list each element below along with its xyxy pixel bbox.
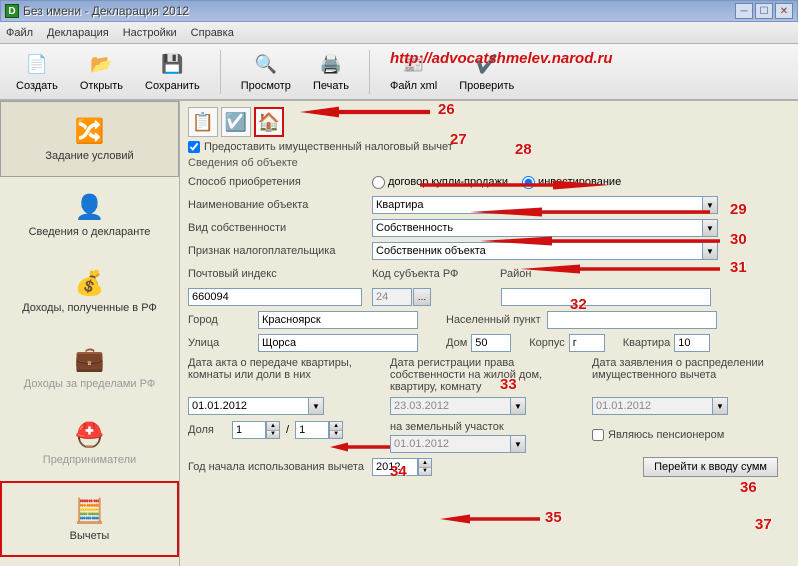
label-apartment: Квартира — [623, 337, 671, 349]
sidebar-item-conditions[interactable]: 🔀 Задание условий — [0, 101, 179, 177]
label-object-name: Наименование объекта — [188, 199, 372, 211]
share-num-spinner[interactable]: ▲▼ — [266, 421, 280, 439]
label-region-code: Код субъекта РФ — [372, 268, 500, 280]
field-share-den[interactable] — [295, 421, 329, 439]
anno-37: 37 — [755, 516, 772, 533]
printer-icon: 🖨️ — [318, 52, 344, 78]
window-title: Без имени - Декларация 2012 — [23, 4, 189, 18]
share-den-spinner[interactable]: ▲▼ — [329, 421, 343, 439]
go-to-sums-button[interactable]: Перейти к вводу сумм — [643, 457, 778, 477]
dropdown-icon[interactable]: ▼ — [702, 219, 718, 237]
menu-file[interactable]: Файл — [6, 27, 33, 39]
anno-35: 35 — [545, 509, 562, 526]
dropdown-icon[interactable]: ▼ — [702, 196, 718, 214]
toolbar-create[interactable]: 📄Создать — [10, 50, 64, 94]
label-house: Дом — [446, 337, 467, 349]
label-date-claim: Дата заявления о распределении имуществе… — [592, 357, 774, 381]
toolbar-preview[interactable]: 🔍Просмотр — [235, 50, 297, 94]
menu-bar: Файл Декларация Настройки Справка — [0, 22, 798, 44]
moneybag-icon: 💼 — [72, 344, 108, 374]
flowchart-icon: 🔀 — [72, 116, 108, 146]
label-date-act: Дата акта о передаче квартиры, комнаты и… — [188, 357, 370, 381]
label-raion: Район — [500, 268, 531, 280]
calendar-dropdown-icon[interactable]: ▼ — [712, 397, 728, 415]
anno-36: 36 — [740, 479, 757, 496]
calendar-dropdown-icon[interactable]: ▼ — [308, 397, 324, 415]
field-street[interactable] — [258, 334, 418, 352]
menu-declaration[interactable]: Декларация — [47, 27, 109, 39]
field-share-num[interactable] — [232, 421, 266, 439]
field-raion[interactable] — [501, 288, 711, 306]
field-taxpayer-sign[interactable] — [372, 242, 702, 260]
sidebar-item-deductions[interactable]: 🧮 Вычеты — [0, 481, 179, 557]
sidebar-item-income-rf[interactable]: 💰 Доходы, полученные в РФ — [0, 253, 179, 329]
person-icon: 👤 — [72, 192, 108, 222]
maximize-button[interactable]: ☐ — [755, 3, 773, 19]
close-button[interactable]: ✕ — [775, 3, 793, 19]
label-land: на земельный участок — [390, 421, 572, 433]
sidebar-item-income-foreign[interactable]: 💼 Доходы за пределами РФ — [0, 329, 179, 405]
coins-icon: 💰 — [72, 268, 108, 298]
menu-settings[interactable]: Настройки — [123, 27, 177, 39]
label-korpus: Корпус — [529, 337, 564, 349]
watermark-url: http://advocatshmelev.narod.ru — [390, 50, 613, 67]
field-date-reg — [390, 397, 510, 415]
region-browse-button[interactable]: … — [413, 288, 431, 306]
subtab-check-icon[interactable]: ☑️ — [221, 107, 251, 137]
field-object-name[interactable] — [372, 196, 702, 214]
toolbar-print[interactable]: 🖨️Печать — [307, 50, 355, 94]
label-street: Улица — [188, 337, 258, 349]
sidebar-item-declarant[interactable]: 👤 Сведения о декларанте — [0, 177, 179, 253]
toolbar: 📄Создать 📂Открыть 💾Сохранить 🔍Просмотр 🖨… — [0, 44, 798, 100]
year-spinner[interactable]: ▲▼ — [418, 458, 432, 476]
toolbar-open[interactable]: 📂Открыть — [74, 50, 129, 94]
pensioner-checkbox[interactable]: Являюсь пенсионером — [592, 429, 774, 441]
radio-purchase-contract[interactable]: договор купли-продажи — [372, 176, 508, 189]
radio-investment[interactable]: инвестирование — [522, 176, 621, 189]
label-year-use: Год начала использования вычета — [188, 461, 372, 473]
calculator-icon: 🧮 — [72, 496, 108, 526]
subtab-house-icon[interactable]: 🏠 — [254, 107, 284, 137]
label-date-reg: Дата регистрации права собственности на … — [390, 357, 572, 393]
field-settlement[interactable] — [547, 311, 717, 329]
hardhat-icon: ⛑️ — [72, 420, 108, 450]
label-share: Доля — [188, 424, 232, 436]
field-house[interactable] — [471, 334, 511, 352]
calendar-dropdown-icon[interactable]: ▼ — [510, 435, 526, 453]
calendar-dropdown-icon[interactable]: ▼ — [510, 397, 526, 415]
dropdown-icon[interactable]: ▼ — [702, 242, 718, 260]
folder-open-icon: 📂 — [88, 52, 114, 78]
field-date-land — [390, 435, 510, 453]
field-ownership[interactable] — [372, 219, 702, 237]
field-date-act[interactable] — [188, 397, 308, 415]
field-apartment[interactable] — [674, 334, 710, 352]
field-date-claim — [592, 397, 712, 415]
label-settlement: Населенный пункт — [446, 314, 541, 326]
subtab-list-icon[interactable]: 📋 — [188, 107, 218, 137]
label-taxpayer: Признак налогоплательщика — [188, 245, 372, 257]
file-new-icon: 📄 — [24, 52, 50, 78]
field-city[interactable] — [258, 311, 418, 329]
sidebar-item-business[interactable]: ⛑️ Предприниматели — [0, 405, 179, 481]
field-korpus[interactable] — [569, 334, 605, 352]
magnifier-icon: 🔍 — [253, 52, 279, 78]
label-acquisition: Способ приобретения — [188, 176, 372, 188]
field-year-use[interactable] — [372, 458, 418, 476]
field-region-code — [372, 288, 412, 306]
section-object-info: Сведения об объекте — [188, 157, 788, 169]
label-zip: Почтовый индекс — [188, 268, 372, 280]
sidebar: 🔀 Задание условий 👤 Сведения о декларант… — [0, 101, 180, 566]
field-zip[interactable] — [188, 288, 362, 306]
minimize-button[interactable]: ─ — [735, 3, 753, 19]
title-bar: D Без имени - Декларация 2012 ─ ☐ ✕ — [0, 0, 798, 22]
content-panel: 📋 ☑️ 🏠 Предоставить имущественный налого… — [180, 101, 798, 566]
toolbar-save[interactable]: 💾Сохранить — [139, 50, 206, 94]
app-icon: D — [5, 4, 19, 18]
menu-help[interactable]: Справка — [191, 27, 234, 39]
label-city: Город — [188, 314, 258, 326]
floppy-icon: 💾 — [159, 52, 185, 78]
provide-deduction-checkbox[interactable]: Предоставить имущественный налоговый выч… — [188, 141, 788, 153]
label-ownership: Вид собственности — [188, 222, 372, 234]
